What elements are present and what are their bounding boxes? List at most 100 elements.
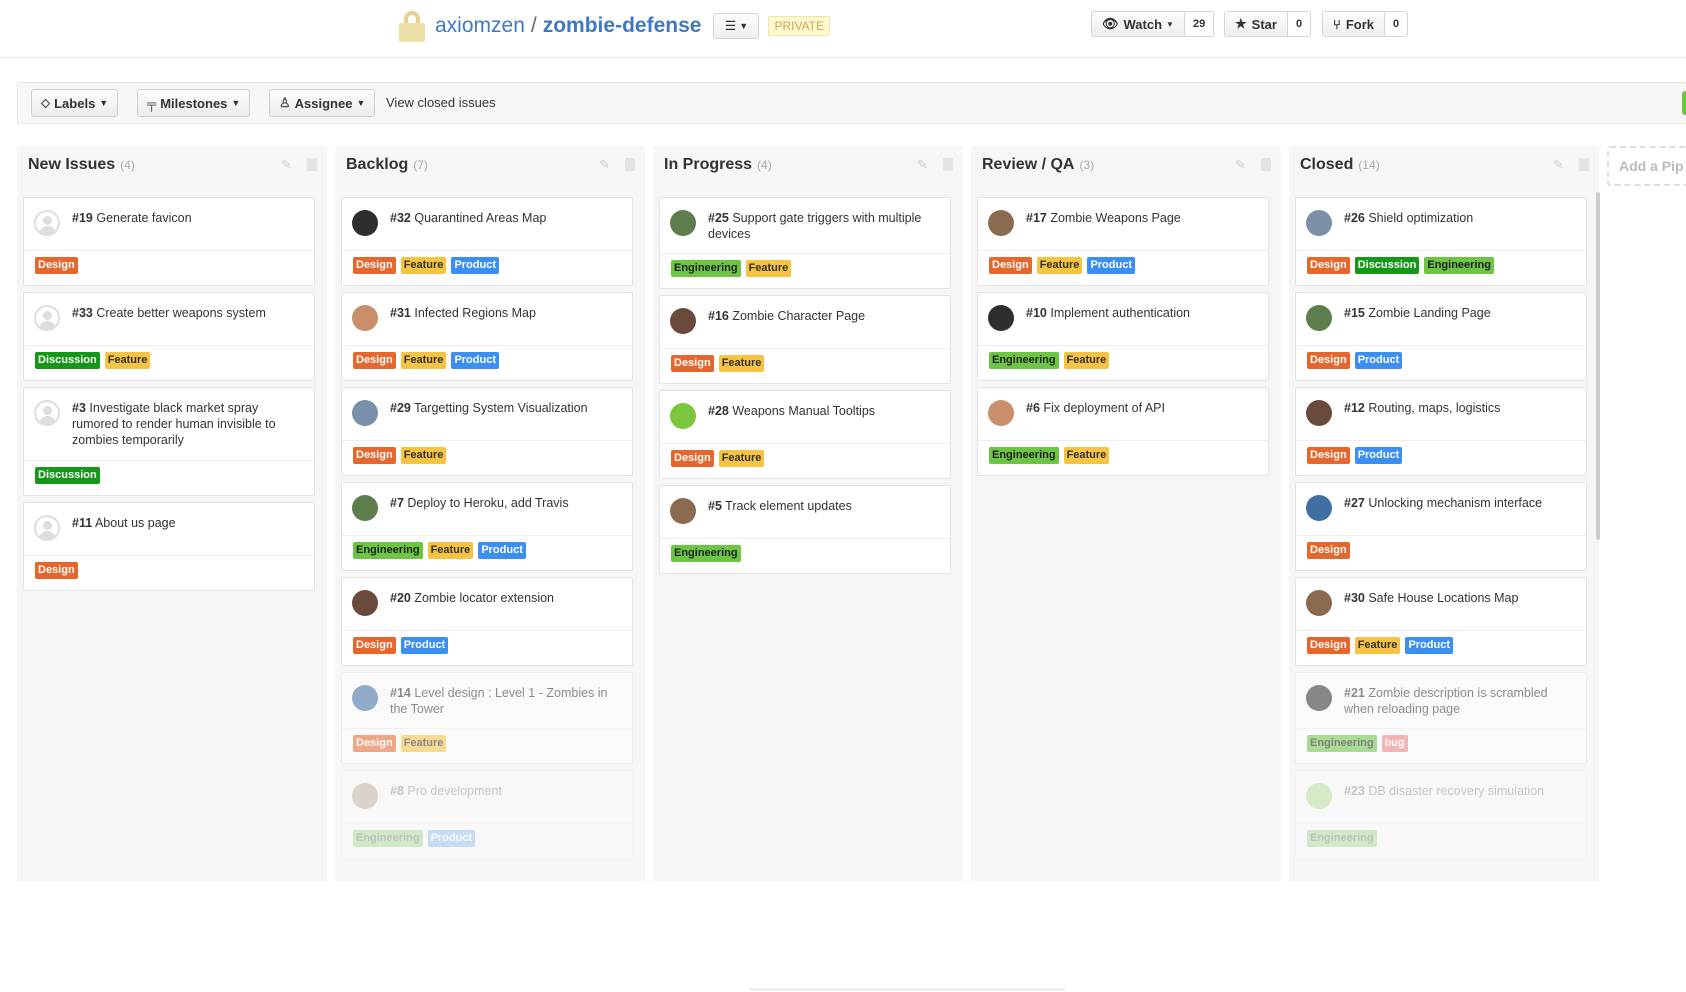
trash-icon[interactable]: [1261, 158, 1271, 171]
issue-card[interactable]: #3 Investigate black market spray rumore…: [23, 387, 315, 496]
label-feature[interactable]: Feature: [400, 257, 447, 274]
assignee-avatar[interactable]: [1306, 685, 1332, 711]
issue-title[interactable]: #10 Implement authentication: [1026, 305, 1258, 321]
assignee-avatar[interactable]: [1306, 783, 1332, 809]
label-feature[interactable]: Feature: [400, 352, 447, 369]
label-engineering[interactable]: Engineering: [353, 542, 423, 559]
label-design[interactable]: Design: [1307, 352, 1350, 369]
label-engineering[interactable]: Engineering: [353, 830, 423, 847]
issue-title[interactable]: #12 Routing, maps, logistics: [1344, 400, 1576, 416]
assignee-avatar[interactable]: [352, 400, 378, 426]
label-feature[interactable]: Feature: [1354, 637, 1401, 654]
label-engineering[interactable]: Engineering: [989, 447, 1059, 464]
assignee-avatar[interactable]: [1306, 400, 1332, 426]
issue-card[interactable]: #12 Routing, maps, logistics Design Produc…: [1295, 387, 1587, 476]
issue-card[interactable]: #23 DB disaster recovery simulation Engin…: [1295, 770, 1587, 859]
star-button[interactable]: ★ Star: [1224, 11, 1288, 37]
trash-icon[interactable]: [943, 158, 953, 171]
label-design[interactable]: Design: [671, 450, 714, 467]
issue-card[interactable]: #25 Support gate triggers with multiple …: [659, 197, 951, 289]
issue-card[interactable]: #5 Track element updates Engineering: [659, 485, 951, 574]
issue-card[interactable]: #26 Shield optimization Design Discussion E…: [1295, 197, 1587, 286]
label-product[interactable]: Product: [1405, 637, 1453, 654]
label-bug[interactable]: bug: [1381, 735, 1408, 752]
label-design[interactable]: Design: [353, 447, 396, 464]
assignee-avatar[interactable]: [352, 305, 378, 331]
label-engineering[interactable]: Engineering: [671, 545, 741, 562]
issue-title[interactable]: #15 Zombie Landing Page: [1344, 305, 1576, 321]
issue-title[interactable]: #30 Safe House Locations Map: [1344, 590, 1576, 606]
label-design[interactable]: Design: [1307, 542, 1350, 559]
issue-card[interactable]: #11 About us page Design: [23, 502, 315, 591]
issue-card[interactable]: #14 Level design : Level 1 - Zombies in …: [341, 672, 633, 764]
issue-title[interactable]: #20 Zombie locator extension: [390, 590, 622, 606]
label-engineering[interactable]: Engineering: [1424, 257, 1494, 274]
issue-card[interactable]: #21 Zombie description is scrambled when…: [1295, 672, 1587, 764]
label-feature[interactable]: Feature: [400, 447, 447, 464]
label-design[interactable]: Design: [353, 257, 396, 274]
label-design[interactable]: Design: [35, 257, 78, 274]
label-product[interactable]: Product: [451, 257, 499, 274]
issue-title[interactable]: #16 Zombie Character Page: [708, 308, 940, 324]
label-product[interactable]: Product: [1087, 257, 1135, 274]
label-design[interactable]: Design: [1307, 447, 1350, 464]
assignee-avatar[interactable]: [988, 305, 1014, 331]
assignee-avatar[interactable]: [34, 305, 60, 331]
watch-button[interactable]: 👁 Watch ▼: [1091, 11, 1185, 37]
watch-count[interactable]: 29: [1184, 11, 1215, 37]
label-discussion[interactable]: Discussion: [35, 467, 100, 484]
label-design[interactable]: Design: [671, 355, 714, 372]
label-engineering[interactable]: Engineering: [1307, 735, 1377, 752]
label-feature[interactable]: Feature: [1036, 257, 1083, 274]
label-product[interactable]: Product: [478, 542, 526, 559]
assignee-avatar[interactable]: [34, 210, 60, 236]
labels-filter-button[interactable]: ⬦ Labels ▼: [31, 89, 119, 117]
view-closed-issues-link[interactable]: View closed issues: [386, 95, 496, 110]
label-feature[interactable]: Feature: [400, 735, 447, 752]
horizontal-scrollbar[interactable]: [750, 988, 1065, 991]
issue-title[interactable]: #5 Track element updates: [708, 498, 940, 514]
issue-card[interactable]: #28 Weapons Manual Tooltips Design Feature: [659, 390, 951, 479]
label-feature[interactable]: Feature: [1063, 447, 1110, 464]
issue-card[interactable]: #10 Implement authentication Engineering F…: [977, 292, 1269, 381]
trash-icon[interactable]: [1579, 158, 1589, 171]
issue-title[interactable]: #3 Investigate black market spray rumore…: [72, 400, 304, 448]
label-design[interactable]: Design: [989, 257, 1032, 274]
assignee-avatar[interactable]: [1306, 305, 1332, 331]
label-product[interactable]: Product: [451, 352, 499, 369]
label-feature[interactable]: Feature: [718, 450, 765, 467]
star-count[interactable]: 0: [1287, 11, 1312, 37]
issue-card[interactable]: #27 Unlocking mechanism interface Design: [1295, 482, 1587, 571]
issue-title[interactable]: #27 Unlocking mechanism interface: [1344, 495, 1576, 511]
issue-title[interactable]: #25 Support gate triggers with multiple …: [708, 210, 940, 242]
label-discussion[interactable]: Discussion: [35, 352, 100, 369]
assignee-avatar[interactable]: [670, 403, 696, 429]
label-design[interactable]: Design: [1307, 257, 1350, 274]
add-pipeline-button[interactable]: Add a Pip: [1607, 146, 1686, 186]
issue-title[interactable]: #32 Quarantined Areas Map: [390, 210, 622, 226]
issue-title[interactable]: #11 About us page: [72, 515, 304, 531]
issue-card[interactable]: #19 Generate favicon Design: [23, 197, 315, 286]
list-menu-button[interactable]: ☰ ▼: [713, 13, 760, 39]
assignee-avatar[interactable]: [352, 590, 378, 616]
label-design[interactable]: Design: [35, 562, 78, 579]
assignee-avatar[interactable]: [1306, 590, 1332, 616]
issue-card[interactable]: #31 Infected Regions Map Design Feature Pro…: [341, 292, 633, 381]
issue-title[interactable]: #28 Weapons Manual Tooltips: [708, 403, 940, 419]
assignee-avatar[interactable]: [34, 515, 60, 541]
label-design[interactable]: Design: [353, 735, 396, 752]
issue-title[interactable]: #23 DB disaster recovery simulation: [1344, 783, 1576, 799]
assignee-avatar[interactable]: [988, 400, 1014, 426]
label-discussion[interactable]: Discussion: [1354, 257, 1420, 274]
label-design[interactable]: Design: [353, 352, 396, 369]
label-engineering[interactable]: Engineering: [671, 260, 741, 277]
label-feature[interactable]: Feature: [427, 542, 474, 559]
pencil-icon[interactable]: ✎: [1235, 158, 1247, 172]
label-design[interactable]: Design: [353, 637, 396, 654]
trash-icon[interactable]: [307, 158, 317, 171]
issue-title[interactable]: #7 Deploy to Heroku, add Travis: [390, 495, 622, 511]
label-product[interactable]: Product: [427, 830, 476, 847]
assignee-avatar[interactable]: [352, 783, 378, 809]
label-feature[interactable]: Feature: [718, 355, 765, 372]
issue-title[interactable]: #29 Targetting System Visualization: [390, 400, 622, 416]
